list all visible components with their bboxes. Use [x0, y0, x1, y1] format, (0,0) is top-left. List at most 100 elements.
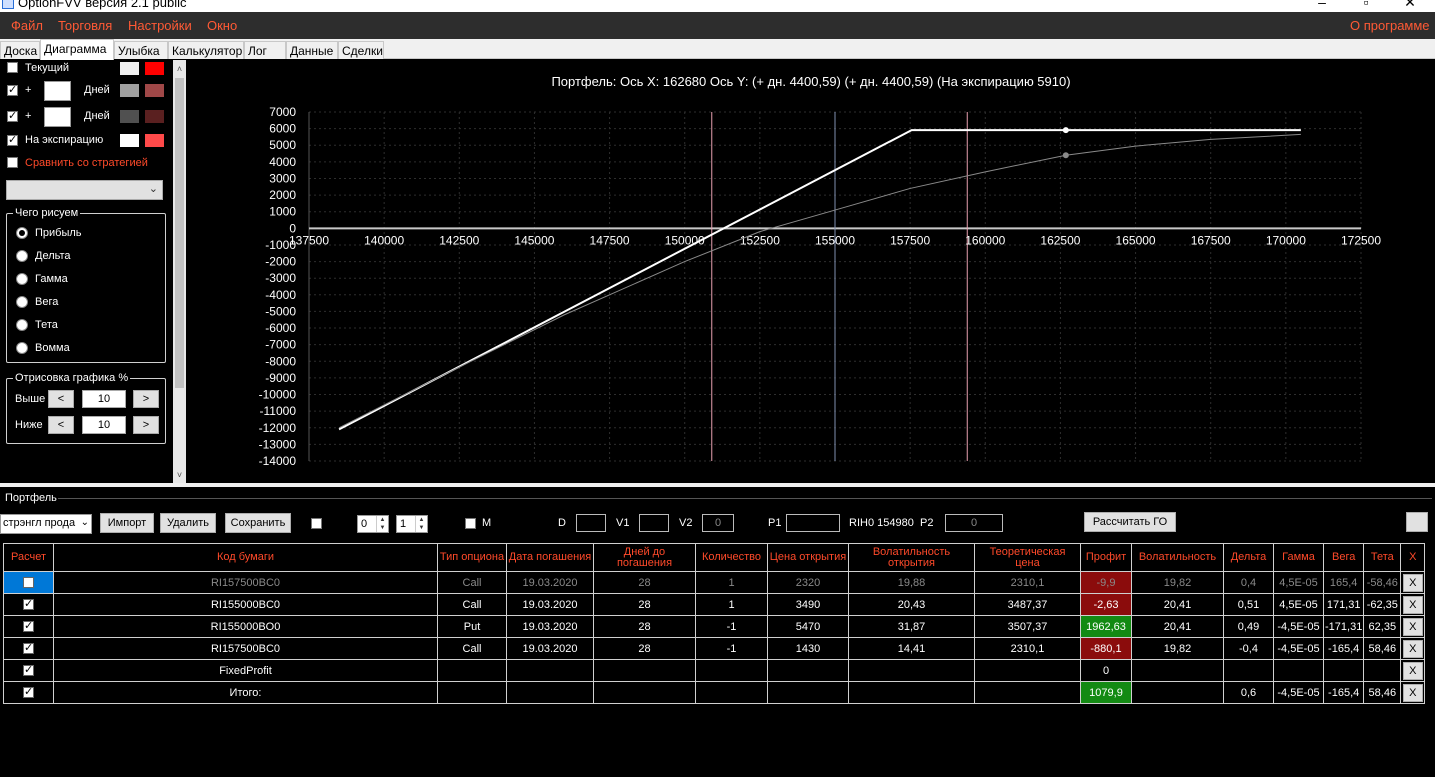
- p2-input[interactable]: 0: [945, 514, 1003, 532]
- menu-trade[interactable]: Торговля: [58, 18, 112, 33]
- col-type[interactable]: Тип опциона: [437, 543, 507, 572]
- radio-delta[interactable]: [16, 250, 28, 262]
- calc-cell[interactable]: [3, 637, 54, 660]
- col-qty[interactable]: Количество: [695, 543, 768, 572]
- calc-checkbox[interactable]: [23, 597, 34, 611]
- portfolio-extra-button[interactable]: [1406, 512, 1428, 532]
- strategy-compare-combo[interactable]: ⌄: [6, 180, 163, 200]
- left-panel-scrollbar[interactable]: ˄ ˅: [173, 60, 186, 483]
- col-delta[interactable]: Дельта: [1223, 543, 1274, 572]
- col-calc[interactable]: Расчет: [3, 543, 54, 572]
- below-decrease-button[interactable]: <: [48, 416, 74, 434]
- current-checkbox[interactable]: [7, 62, 18, 73]
- minimize-icon[interactable]: –: [1312, 0, 1332, 10]
- col-code[interactable]: Код бумаги: [53, 543, 438, 572]
- expiration-checkbox[interactable]: [7, 133, 18, 146]
- portfolio-checkbox-1[interactable]: [311, 518, 322, 529]
- spin-2[interactable]: 1 ▲ ▼: [396, 515, 428, 533]
- m-checkbox[interactable]: [465, 518, 476, 529]
- table-row[interactable]: RI157500BC0 Call 19.03.2020 28 1 2320 19,88 231…: [3, 571, 1426, 594]
- delete-button[interactable]: Удалить: [160, 513, 216, 533]
- calc-checkbox[interactable]: [23, 619, 34, 633]
- tab-smile[interactable]: Улыбка: [114, 41, 168, 59]
- current-color-b[interactable]: [145, 62, 164, 75]
- radio-profit[interactable]: [16, 227, 28, 239]
- row-delete-button[interactable]: X: [1402, 595, 1423, 614]
- expiration-color-b[interactable]: [145, 134, 164, 147]
- calc-checkbox[interactable]: [23, 663, 34, 677]
- table-row[interactable]: Итого: 1079,9 0,6-4,5E-05-165,458,46X: [3, 681, 1426, 704]
- above-value[interactable]: 10: [82, 390, 126, 408]
- calc-checkbox[interactable]: [23, 685, 34, 699]
- col-vol[interactable]: Волатильность: [1131, 543, 1224, 572]
- tab-diagram[interactable]: Диаграмма: [40, 39, 114, 60]
- row-delete-button[interactable]: X: [1402, 661, 1423, 680]
- strategy-combo[interactable]: стрэнгл прода ⌄: [0, 514, 92, 534]
- above-increase-button[interactable]: >: [133, 390, 159, 408]
- col-vega[interactable]: Вега: [1322, 543, 1365, 572]
- days1-color-a[interactable]: [120, 84, 139, 97]
- row-delete-button[interactable]: X: [1402, 639, 1423, 658]
- tab-deals[interactable]: Сделки: [338, 41, 384, 59]
- tab-data[interactable]: Данные: [286, 41, 338, 59]
- col-theta[interactable]: Тета: [1363, 543, 1402, 572]
- days1-checkbox[interactable]: [7, 83, 18, 96]
- tab-log[interactable]: Лог: [244, 41, 286, 59]
- menu-about[interactable]: О программе: [1350, 18, 1430, 33]
- spin-1-arrows[interactable]: ▲ ▼: [376, 516, 388, 532]
- maximize-icon[interactable]: ▫: [1356, 0, 1376, 10]
- row-delete-button[interactable]: X: [1402, 683, 1423, 702]
- col-vol-open[interactable]: Волатильность открытия: [848, 543, 975, 572]
- row-delete-button[interactable]: X: [1402, 573, 1423, 592]
- calc-checkbox[interactable]: [23, 641, 34, 655]
- radio-gamma[interactable]: [16, 273, 28, 285]
- days2-checkbox[interactable]: [7, 109, 18, 122]
- col-theo[interactable]: Теоретическая цена: [974, 543, 1081, 572]
- days2-color-b[interactable]: [145, 110, 164, 123]
- scroll-thumb[interactable]: [175, 78, 184, 388]
- calc-cell[interactable]: [3, 659, 54, 682]
- table-row[interactable]: FixedProfit 0 X: [3, 659, 1426, 682]
- calc-cell[interactable]: [3, 681, 54, 704]
- current-color-a[interactable]: [120, 62, 139, 75]
- import-button[interactable]: Импорт: [100, 513, 154, 533]
- spin-2-arrows[interactable]: ▲ ▼: [415, 516, 427, 532]
- col-days[interactable]: Дней до погашения: [593, 543, 696, 572]
- calc-go-button[interactable]: Рассчитать ГО: [1084, 512, 1176, 532]
- d-input[interactable]: [576, 514, 606, 532]
- table-row[interactable]: RI157500BC0Call19.03.202028-1143014,4123…: [3, 637, 1426, 660]
- below-increase-button[interactable]: >: [133, 416, 159, 434]
- menu-file[interactable]: Файл: [11, 18, 43, 33]
- below-value[interactable]: 10: [82, 416, 126, 434]
- calc-cell[interactable]: [3, 615, 54, 638]
- chevron-down-icon[interactable]: ˅: [173, 468, 186, 482]
- calc-checkbox[interactable]: [23, 577, 34, 589]
- p1-input[interactable]: [786, 514, 840, 532]
- days2-color-a[interactable]: [120, 110, 139, 123]
- col-profit[interactable]: Профит: [1080, 543, 1132, 572]
- calc-cell[interactable]: [3, 571, 54, 594]
- calc-cell[interactable]: [3, 593, 54, 616]
- v2-input[interactable]: 0: [702, 514, 734, 532]
- menu-window[interactable]: Окно: [207, 18, 237, 33]
- close-icon[interactable]: ✕: [1400, 0, 1420, 11]
- menu-settings[interactable]: Настройки: [128, 18, 192, 33]
- save-button[interactable]: Сохранить: [225, 513, 291, 533]
- above-decrease-button[interactable]: <: [48, 390, 74, 408]
- table-row[interactable]: RI155000BC0Call19.03.2020281349020,43348…: [3, 593, 1426, 616]
- days1-input[interactable]: [44, 81, 71, 101]
- radio-theta[interactable]: [16, 319, 28, 331]
- tab-calculator[interactable]: Калькулятор: [168, 41, 244, 59]
- col-gamma[interactable]: Гамма: [1273, 543, 1324, 572]
- v1-input[interactable]: [639, 514, 669, 532]
- expiration-color-a[interactable]: [120, 134, 139, 147]
- spin-1[interactable]: 0 ▲ ▼: [357, 515, 389, 533]
- radio-vega[interactable]: [16, 296, 28, 308]
- tab-board[interactable]: Доска: [0, 41, 40, 59]
- col-price[interactable]: Цена открытия: [767, 543, 849, 572]
- chevron-up-icon[interactable]: ˄: [173, 62, 186, 76]
- radio-vomma[interactable]: [16, 342, 28, 354]
- table-row[interactable]: RI155000BO0Put19.03.202028-1547031,87350…: [3, 615, 1426, 638]
- col-date[interactable]: Дата погашения: [506, 543, 594, 572]
- days2-input[interactable]: [44, 107, 71, 127]
